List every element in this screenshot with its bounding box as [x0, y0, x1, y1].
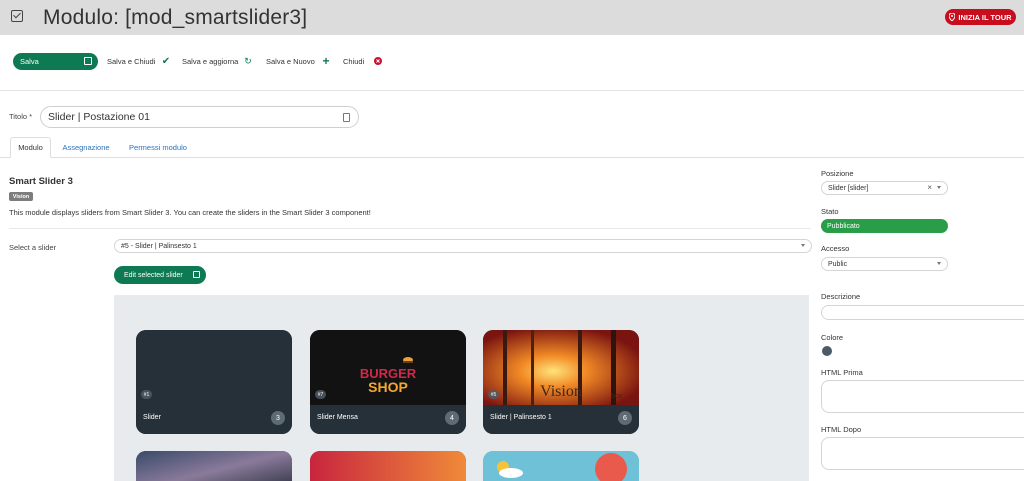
access-label: Accesso	[821, 244, 850, 253]
html-before-label: HTML Prima	[821, 368, 863, 377]
slider-name: Slider Mensa	[317, 414, 358, 421]
description-input[interactable]	[821, 305, 1024, 320]
edit-slider-label: Edit selected slider	[124, 271, 183, 279]
start-tour-label: INIZIA IL TOUR	[958, 12, 1012, 22]
save-update-button[interactable]: Salva e aggiorna	[182, 55, 238, 67]
slider-card[interactable]	[310, 451, 466, 481]
html-after-label: HTML Dopo	[821, 425, 862, 434]
slider-thumbnail: BURGER SHOP	[310, 330, 466, 405]
refresh-icon[interactable]: ↻	[243, 55, 253, 67]
access-value: Public	[828, 260, 848, 268]
edit-icon	[84, 57, 92, 65]
save-new-label: Salva e Nuovo	[266, 56, 315, 66]
close-button[interactable]: Chiudi	[343, 55, 364, 67]
tab-assegnazione[interactable]: Assegnazione	[57, 137, 115, 158]
position-select[interactable]: Slider [slider] ×	[821, 181, 948, 195]
thumb-box-text: box	[611, 393, 623, 400]
slider-thumbnail	[136, 330, 292, 405]
slider-id: #5	[488, 390, 499, 399]
slider-card[interactable]	[136, 451, 292, 481]
vision-badge: Vision	[9, 192, 33, 201]
page-title: Modulo: [mod_smartslider3]	[43, 6, 308, 29]
edit-slider-button[interactable]: Edit selected slider	[114, 266, 206, 284]
slider-card[interactable]	[483, 451, 639, 481]
burger-shop-logo: BURGER SHOP	[310, 330, 466, 405]
color-label: Colore	[821, 333, 844, 342]
slider-select-value: #5 - Slider | Palinsesto 1	[121, 242, 197, 250]
chevron-down-icon	[937, 186, 941, 189]
toolbar: Salva Salva e Chiudi ✔ Salva e aggiorna …	[0, 35, 1024, 91]
section-title: Smart Slider 3	[9, 176, 73, 187]
map-pin-icon	[949, 13, 956, 21]
tab-bar: Modulo Assegnazione Permessi modulo	[0, 137, 1024, 158]
slider-name: Slider | Palinsesto 1	[490, 414, 552, 421]
close-circle-icon[interactable]	[373, 55, 383, 67]
slider-gallery: #1 Slider 3 BURGER SHOP #7 Slider Mensa …	[114, 295, 809, 481]
color-swatch[interactable]	[822, 346, 832, 356]
slider-select[interactable]: #5 - Slider | Palinsesto 1	[114, 239, 812, 253]
position-label: Posizione	[821, 169, 854, 178]
check-icon[interactable]: ✔	[161, 55, 171, 67]
edit-icon	[193, 271, 200, 278]
forest-image: Vision box	[483, 330, 639, 405]
checkbox-icon	[11, 10, 23, 22]
slide-count: 4	[445, 411, 459, 425]
start-tour-button[interactable]: INIZIA IL TOUR	[945, 9, 1016, 25]
title-input[interactable]: Slider | Postazione 01	[40, 106, 359, 128]
slider-name: Slider	[143, 414, 161, 421]
chevron-down-icon	[937, 262, 941, 265]
page-header: Modulo: [mod_smartslider3] INIZIA IL TOU…	[0, 0, 1024, 35]
slider-card[interactable]: #1 Slider 3	[136, 330, 292, 434]
save-close-label: Salva e Chiudi	[107, 56, 156, 66]
document-icon[interactable]	[343, 113, 350, 122]
module-description: This module displays sliders from Smart …	[9, 208, 371, 217]
close-label: Chiudi	[343, 56, 365, 66]
galaxy-image	[136, 451, 292, 481]
gradient-image	[310, 451, 466, 481]
tab-modulo[interactable]: Modulo	[10, 137, 51, 158]
slider-id: #1	[141, 390, 152, 399]
select-slider-label: Select a slider	[9, 243, 57, 252]
slide-count: 6	[618, 411, 632, 425]
slider-id: #7	[315, 390, 326, 399]
status-select[interactable]: Pubblicato	[821, 219, 948, 233]
thumb-shop-text: SHOP	[368, 379, 408, 395]
divider	[9, 228, 811, 229]
save-button[interactable]: Salva	[13, 53, 98, 70]
html-before-textarea[interactable]	[821, 380, 1024, 413]
save-close-button[interactable]: Salva e Chiudi	[107, 55, 155, 67]
slide-count: 3	[271, 411, 285, 425]
position-value: Slider [slider]	[828, 184, 869, 192]
save-update-label: Salva e aggiorna	[182, 56, 239, 66]
slider-thumbnail: Vision box	[483, 330, 639, 405]
access-select[interactable]: Public	[821, 257, 948, 271]
slider-card[interactable]: BURGER SHOP #7 Slider Mensa 4	[310, 330, 466, 434]
slider-card[interactable]: Vision box #5 Slider | Palinsesto 1 6	[483, 330, 639, 434]
save-label: Salva	[20, 57, 39, 66]
tab-permessi-modulo[interactable]: Permessi modulo	[124, 137, 192, 158]
weather-image	[483, 451, 639, 481]
status-value: Pubblicato	[827, 222, 860, 230]
save-new-button[interactable]: Salva e Nuovo	[266, 55, 315, 67]
description-label: Descrizione	[821, 292, 861, 301]
title-value: Slider | Postazione 01	[48, 111, 150, 123]
html-after-textarea[interactable]	[821, 437, 1024, 470]
chevron-down-icon	[801, 244, 805, 247]
plus-icon[interactable]: +	[321, 54, 331, 68]
clear-icon[interactable]: ×	[927, 183, 932, 192]
status-label: Stato	[821, 207, 839, 216]
thumb-vision-text: Vision	[540, 383, 582, 400]
title-label: Titolo *	[9, 112, 33, 121]
